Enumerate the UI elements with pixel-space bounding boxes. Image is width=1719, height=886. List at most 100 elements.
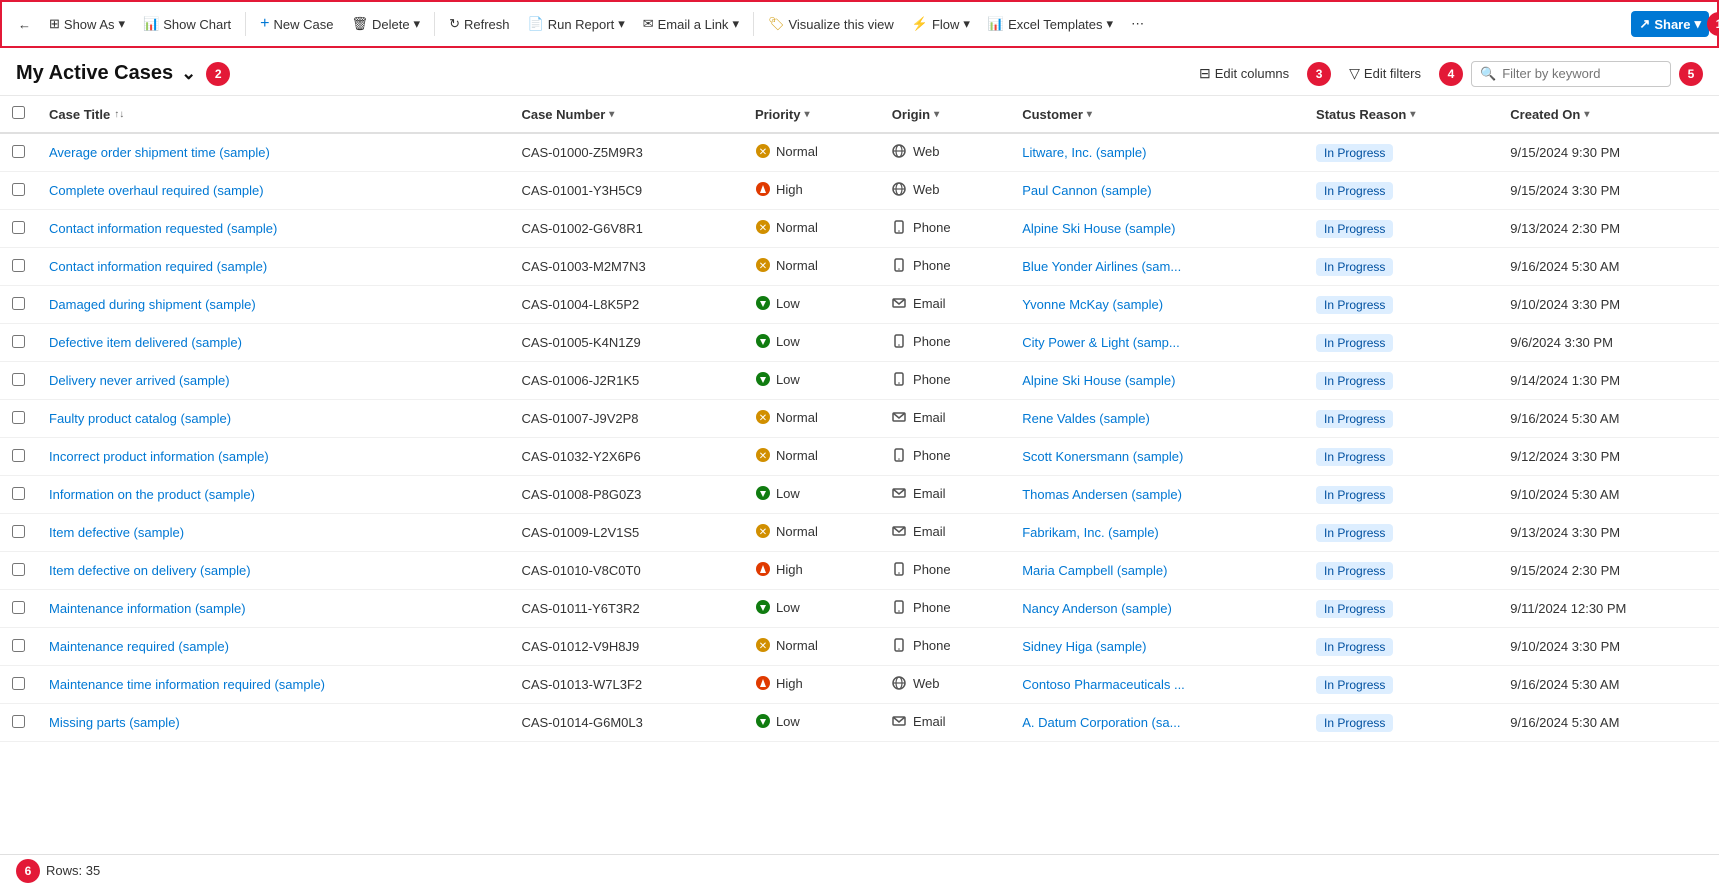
created-on-cell-3: 9/16/2024 5:30 AM xyxy=(1498,248,1719,286)
case-title-link-5[interactable]: Defective item delivered (sample) xyxy=(49,335,242,350)
customer-link-11[interactable]: Maria Campbell (sample) xyxy=(1022,563,1167,578)
customer-link-10[interactable]: Fabrikam, Inc. (sample) xyxy=(1022,525,1159,540)
status-badge-10: In Progress xyxy=(1316,524,1393,542)
origin-cell-0: Web xyxy=(880,133,1010,172)
visualize-button[interactable]: 🏷 Visualize this view xyxy=(760,11,902,37)
created-on-cell-7: 9/16/2024 5:30 AM xyxy=(1498,400,1719,438)
row-select-checkbox-15[interactable] xyxy=(12,715,25,728)
case-title-link-12[interactable]: Maintenance information (sample) xyxy=(49,601,246,616)
customer-link-14[interactable]: Contoso Pharmaceuticals ... xyxy=(1022,677,1185,692)
customer-cell-14: Contoso Pharmaceuticals ... xyxy=(1010,666,1304,704)
case-title-link-13[interactable]: Maintenance required (sample) xyxy=(49,639,229,654)
case-title-link-10[interactable]: Item defective (sample) xyxy=(49,525,184,540)
table-row: Maintenance required (sample) CAS-01012-… xyxy=(0,628,1719,666)
customer-link-1[interactable]: Paul Cannon (sample) xyxy=(1022,183,1151,198)
customer-link-13[interactable]: Sidney Higa (sample) xyxy=(1022,639,1146,654)
row-select-checkbox-5[interactable] xyxy=(12,335,25,348)
view-title-chevron[interactable]: ⌄ xyxy=(181,63,196,84)
show-chart-label: Show Chart xyxy=(163,17,231,32)
row-select-checkbox-13[interactable] xyxy=(12,639,25,652)
row-select-checkbox-10[interactable] xyxy=(12,525,25,538)
header-origin[interactable]: Origin ▾ xyxy=(880,96,1010,133)
view-actions: ⊟ Edit columns 3 ▽ Edit filters 4 🔍 5 xyxy=(1189,60,1703,87)
customer-link-5[interactable]: City Power & Light (samp... xyxy=(1022,335,1180,350)
edit-filters-button[interactable]: ▽ Edit filters xyxy=(1339,60,1431,87)
filter-by-keyword-input[interactable] xyxy=(1502,66,1662,81)
customer-link-12[interactable]: Nancy Anderson (sample) xyxy=(1022,601,1172,616)
customer-link-15[interactable]: A. Datum Corporation (sa... xyxy=(1022,715,1180,730)
customer-link-9[interactable]: Thomas Andersen (sample) xyxy=(1022,487,1182,502)
customer-link-4[interactable]: Yvonne McKay (sample) xyxy=(1022,297,1163,312)
visualize-label: Visualize this view xyxy=(788,17,893,32)
status-badge-7: In Progress xyxy=(1316,410,1393,428)
customer-link-6[interactable]: Alpine Ski House (sample) xyxy=(1022,373,1175,388)
case-title-link-1[interactable]: Complete overhaul required (sample) xyxy=(49,183,264,198)
delete-button[interactable]: 🗑 Delete ▾ xyxy=(343,11,428,37)
flow-button[interactable]: ⚡ Flow ▾ xyxy=(904,11,978,37)
share-icon: ↗ xyxy=(1639,16,1650,32)
email-link-button[interactable]: ✉ Email a Link ▾ xyxy=(635,11,747,37)
row-select-checkbox-6[interactable] xyxy=(12,373,25,386)
run-report-button[interactable]: 📄 Run Report ▾ xyxy=(520,11,633,37)
case-title-link-2[interactable]: Contact information requested (sample) xyxy=(49,221,277,236)
origin-cell-15: Email xyxy=(880,704,1010,742)
header-created-on[interactable]: Created On ▾ xyxy=(1498,96,1719,133)
back-button[interactable]: ← xyxy=(10,12,39,37)
customer-link-7[interactable]: Rene Valdes (sample) xyxy=(1022,411,1150,426)
customer-link-2[interactable]: Alpine Ski House (sample) xyxy=(1022,221,1175,236)
customer-cell-7: Rene Valdes (sample) xyxy=(1010,400,1304,438)
case-title-link-3[interactable]: Contact information required (sample) xyxy=(49,259,267,274)
more-button[interactable]: ⋯ xyxy=(1123,11,1152,37)
new-case-button[interactable]: + New Case xyxy=(252,10,341,38)
header-case-title[interactable]: Case Title ↑↓ xyxy=(37,96,509,133)
row-select-checkbox-9[interactable] xyxy=(12,487,25,500)
header-priority[interactable]: Priority ▾ xyxy=(743,96,880,133)
priority-cell-11: High xyxy=(743,552,880,590)
case-title-link-9[interactable]: Information on the product (sample) xyxy=(49,487,255,502)
case-title-link-14[interactable]: Maintenance time information required (s… xyxy=(49,677,325,692)
row-select-checkbox-3[interactable] xyxy=(12,259,25,272)
header-customer[interactable]: Customer ▾ xyxy=(1010,96,1304,133)
case-title-link-8[interactable]: Incorrect product information (sample) xyxy=(49,449,269,464)
edit-columns-label: Edit columns xyxy=(1215,66,1289,81)
case-title-sort: ↑↓ xyxy=(114,109,124,120)
excel-templates-button[interactable]: 📊 Excel Templates ▾ xyxy=(980,11,1121,37)
select-all-checkbox[interactable] xyxy=(12,106,25,119)
share-button[interactable]: ↗ Share ▾ xyxy=(1631,11,1709,37)
customer-link-3[interactable]: Blue Yonder Airlines (sam... xyxy=(1022,259,1181,274)
origin-cell-3: Phone xyxy=(880,248,1010,286)
case-title-link-15[interactable]: Missing parts (sample) xyxy=(49,715,180,730)
case-number-cell-2: CAS-01002-G6V8R1 xyxy=(509,210,743,248)
case-title-link-6[interactable]: Delivery never arrived (sample) xyxy=(49,373,230,388)
header-status-reason[interactable]: Status Reason ▾ xyxy=(1304,96,1498,133)
email-link-chevron: ▾ xyxy=(732,16,739,32)
case-title-cell-4: Damaged during shipment (sample) xyxy=(37,286,509,324)
row-select-checkbox-11[interactable] xyxy=(12,563,25,576)
filter-input-wrapper[interactable]: 🔍 xyxy=(1471,61,1671,87)
row-select-checkbox-0[interactable] xyxy=(12,145,25,158)
show-as-button[interactable]: ⊞ Show As ▾ xyxy=(41,11,133,37)
case-title-link-7[interactable]: Faulty product catalog (sample) xyxy=(49,411,231,426)
row-select-checkbox-2[interactable] xyxy=(12,221,25,234)
edit-columns-icon: ⊟ xyxy=(1199,65,1211,82)
priority-cell-2: ✕ Normal xyxy=(743,210,880,248)
row-select-checkbox-8[interactable] xyxy=(12,449,25,462)
customer-link-8[interactable]: Scott Konersmann (sample) xyxy=(1022,449,1183,464)
case-title-link-0[interactable]: Average order shipment time (sample) xyxy=(49,145,270,160)
row-select-checkbox-1[interactable] xyxy=(12,183,25,196)
delete-label: Delete xyxy=(372,17,410,32)
row-select-checkbox-12[interactable] xyxy=(12,601,25,614)
row-select-checkbox-14[interactable] xyxy=(12,677,25,690)
row-select-checkbox-7[interactable] xyxy=(12,411,25,424)
refresh-button[interactable]: ↻ Refresh xyxy=(441,11,517,37)
customer-link-0[interactable]: Litware, Inc. (sample) xyxy=(1022,145,1146,160)
case-number-cell-8: CAS-01032-Y2X6P6 xyxy=(509,438,743,476)
status-reason-cell-10: In Progress xyxy=(1304,514,1498,552)
edit-columns-button[interactable]: ⊟ Edit columns xyxy=(1189,60,1299,87)
case-title-link-11[interactable]: Item defective on delivery (sample) xyxy=(49,563,251,578)
case-title-link-4[interactable]: Damaged during shipment (sample) xyxy=(49,297,256,312)
row-select-checkbox-4[interactable] xyxy=(12,297,25,310)
header-case-number[interactable]: Case Number ▾ xyxy=(509,96,743,133)
show-chart-button[interactable]: 📊 Show Chart xyxy=(135,11,239,37)
row-checkbox-10 xyxy=(0,514,37,552)
